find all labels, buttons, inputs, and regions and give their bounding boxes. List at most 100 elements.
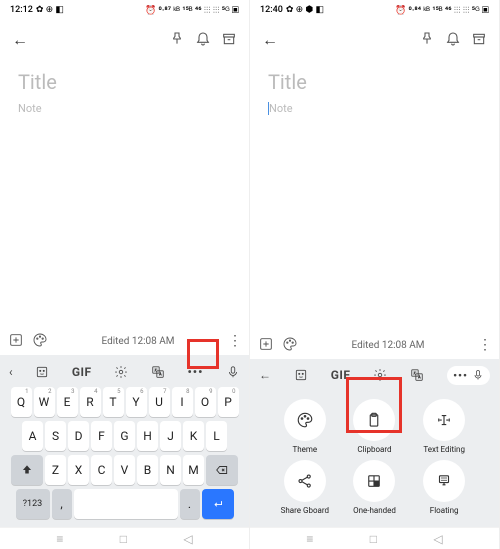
clipboard-option[interactable]: Clipboard — [343, 399, 407, 454]
space-key[interactable] — [74, 489, 178, 519]
status-icons-left: ✿ ⊕ ⬢ ◧ — [286, 5, 324, 15]
pin-icon[interactable] — [419, 31, 435, 50]
status-icons-left: ✿ ⊕ ◧ — [36, 5, 64, 15]
note-input[interactable]: Note — [268, 102, 481, 115]
backspace-key[interactable] — [206, 455, 238, 485]
settings-icon[interactable] — [114, 365, 128, 379]
phone-screen-right: 12:40 ✿ ⊕ ⬢ ◧ ⏰ ⁰·⁸⁴ ᵏᴮ ¹⁵ᴮ ⁴⁶ ⫶⫶⫶ ⫶⫶⫶ ⁵… — [250, 0, 500, 549]
gboard-panel: ← GIF ••• Theme Clipboard Text Editing — [250, 359, 499, 527]
key-p[interactable]: P0 — [218, 387, 239, 417]
keyboard: ‹ GIF ••• Q1W2E3R4T5Y6U7I8O9P0 ASDFGHJKL… — [0, 355, 249, 527]
app-bar: ← — [250, 20, 499, 60]
key-j[interactable]: J — [160, 421, 181, 451]
key-i[interactable]: I8 — [172, 387, 193, 417]
note-input[interactable]: Note — [18, 102, 231, 115]
key-m[interactable]: M — [183, 455, 204, 485]
nav-bar: ≡ □ ◁ — [250, 527, 499, 549]
palette-icon[interactable] — [282, 336, 298, 355]
translate-icon[interactable] — [151, 365, 165, 379]
status-bar: 12:12 ✿ ⊕ ◧ ⏰ ⁰·⁸⁷ ᵏᴮ ¹⁵ᴮ ⁴⁶ ⫶⫶⫶ ⫶⫶⫶ ⁵ᴳ … — [0, 0, 249, 20]
key-o[interactable]: O9 — [195, 387, 216, 417]
note-footer: Edited 12:08 AM ⋮ — [0, 327, 249, 355]
note-content[interactable]: Title Note — [250, 60, 499, 331]
comma-key[interactable]: , — [52, 489, 72, 519]
add-icon[interactable] — [8, 332, 24, 351]
key-w[interactable]: W2 — [34, 387, 55, 417]
title-input[interactable]: Title — [268, 70, 481, 94]
key-f[interactable]: F — [91, 421, 112, 451]
numbers-key[interactable]: ?123 — [16, 489, 50, 519]
more-pill[interactable]: ••• — [447, 366, 490, 385]
toolbar-back-icon[interactable]: ‹ — [9, 365, 13, 379]
title-input[interactable]: Title — [18, 70, 231, 94]
enter-key[interactable] — [202, 489, 234, 519]
more-icon[interactable]: ⋮ — [228, 333, 241, 349]
nav-recents-icon[interactable]: ≡ — [56, 532, 63, 546]
key-s[interactable]: S — [45, 421, 66, 451]
period-key[interactable]: . — [180, 489, 200, 519]
edited-label: Edited 12:08 AM — [102, 336, 175, 347]
archive-icon[interactable] — [221, 31, 237, 50]
theme-option[interactable]: Theme — [273, 399, 337, 454]
key-q[interactable]: Q1 — [11, 387, 32, 417]
archive-icon[interactable] — [471, 31, 487, 50]
key-c[interactable]: C — [91, 455, 112, 485]
reminder-icon[interactable] — [445, 31, 461, 50]
keyboard-toolbar: ‹ GIF ••• — [3, 359, 246, 385]
text-editing-option[interactable]: Text Editing — [412, 399, 476, 454]
palette-icon[interactable] — [32, 332, 48, 351]
pin-icon[interactable] — [169, 31, 185, 50]
key-t[interactable]: T5 — [103, 387, 124, 417]
status-time: 12:12 — [10, 5, 33, 15]
more-icon[interactable]: ⋮ — [478, 337, 491, 353]
key-d[interactable]: D — [68, 421, 89, 451]
nav-home-icon[interactable]: □ — [120, 532, 127, 546]
key-x[interactable]: X — [68, 455, 89, 485]
key-r[interactable]: R4 — [80, 387, 101, 417]
status-time: 12:40 — [260, 5, 283, 15]
note-footer: Edited 12:08 AM ⋮ — [250, 331, 499, 359]
settings-icon[interactable] — [373, 368, 387, 382]
key-l[interactable]: L — [206, 421, 227, 451]
more-dots-icon[interactable]: ••• — [187, 365, 203, 379]
sticker-icon[interactable] — [294, 368, 308, 382]
phone-screen-left: 12:12 ✿ ⊕ ◧ ⏰ ⁰·⁸⁷ ᵏᴮ ¹⁵ᴮ ⁴⁶ ⫶⫶⫶ ⫶⫶⫶ ⁵ᴳ … — [0, 0, 250, 549]
app-bar: ← — [0, 20, 249, 60]
key-b[interactable]: B — [137, 455, 158, 485]
nav-home-icon[interactable]: □ — [370, 532, 377, 546]
back-icon[interactable]: ← — [12, 30, 28, 50]
add-icon[interactable] — [258, 336, 274, 355]
key-g[interactable]: G — [114, 421, 135, 451]
key-h[interactable]: H — [137, 421, 158, 451]
key-z[interactable]: Z — [45, 455, 66, 485]
back-icon[interactable]: ← — [262, 30, 278, 50]
share-option[interactable]: Share Gboard — [273, 460, 337, 515]
status-icons-right: ⏰ ⁰·⁸⁷ ᵏᴮ ¹⁵ᴮ ⁴⁶ ⫶⫶⫶ ⫶⫶⫶ ⁵ᴳ ▣ — [145, 5, 239, 16]
sticker-icon[interactable] — [35, 365, 49, 379]
nav-bar: ≡ □ ◁ — [0, 527, 249, 549]
panel-back-icon[interactable]: ← — [259, 368, 271, 382]
gif-icon[interactable]: GIF — [331, 368, 351, 382]
edited-label: Edited 12:08 AM — [352, 340, 425, 351]
key-e[interactable]: E3 — [57, 387, 78, 417]
key-n[interactable]: N — [160, 455, 181, 485]
gboard-toolbar: ← GIF ••• — [253, 361, 496, 389]
key-a[interactable]: A — [22, 421, 43, 451]
onehanded-option[interactable]: One-handed — [343, 460, 407, 515]
reminder-icon[interactable] — [195, 31, 211, 50]
key-y[interactable]: Y6 — [126, 387, 147, 417]
mic-icon[interactable] — [226, 365, 240, 379]
key-u[interactable]: U7 — [149, 387, 170, 417]
shift-key[interactable] — [11, 455, 43, 485]
gboard-grid: Theme Clipboard Text Editing Share Gboar… — [253, 389, 496, 523]
nav-back-icon[interactable]: ◁ — [183, 532, 192, 546]
gif-icon[interactable]: GIF — [72, 365, 92, 379]
nav-recents-icon[interactable]: ≡ — [306, 532, 313, 546]
key-v[interactable]: V — [114, 455, 135, 485]
key-k[interactable]: K — [183, 421, 204, 451]
nav-back-icon[interactable]: ◁ — [433, 532, 442, 546]
status-bar: 12:40 ✿ ⊕ ⬢ ◧ ⏰ ⁰·⁸⁴ ᵏᴮ ¹⁵ᴮ ⁴⁶ ⫶⫶⫶ ⫶⫶⫶ ⁵… — [250, 0, 499, 20]
note-content[interactable]: Title Note — [0, 60, 249, 327]
floating-option[interactable]: Floating — [412, 460, 476, 515]
translate-icon[interactable] — [410, 368, 424, 382]
